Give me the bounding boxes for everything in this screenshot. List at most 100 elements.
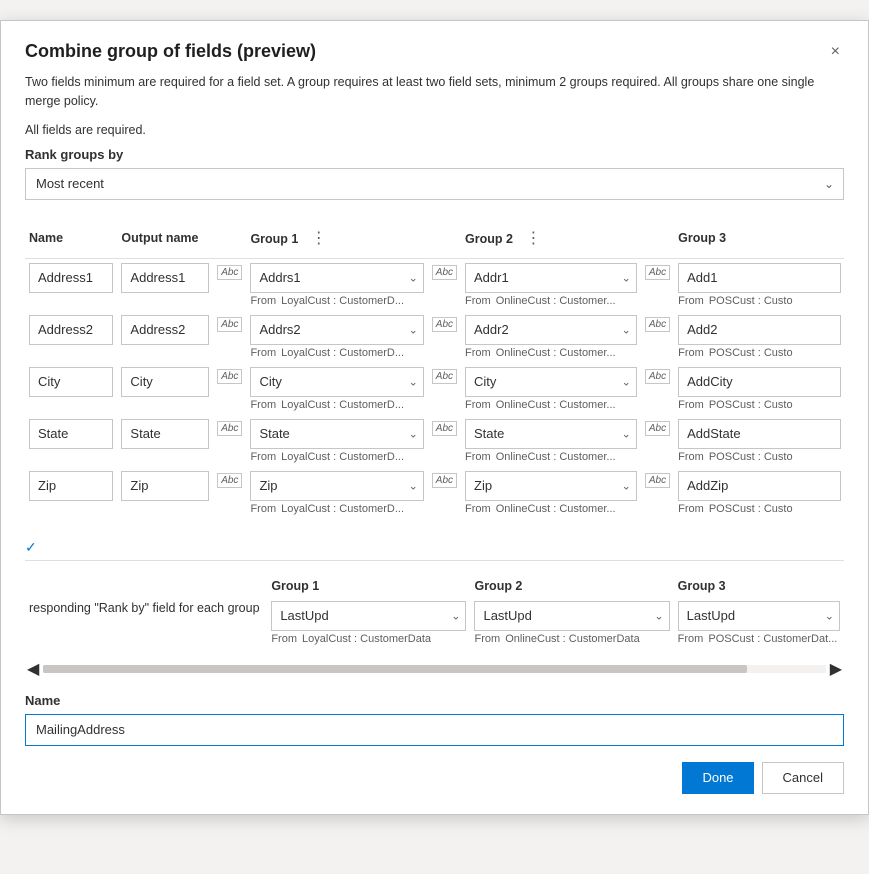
group2-dots-button[interactable]: ⋮ (523, 224, 543, 252)
rank-by-group2-from: From OnlineCust : CustomerData (474, 633, 669, 645)
group1-select[interactable]: Addrs1 (250, 263, 423, 293)
abs-icon-3: Abc (641, 311, 674, 363)
rank-by-group1-wrap: LastUpd ⌄ From LoyalCust : CustomerData (271, 601, 466, 645)
group3-input[interactable] (678, 419, 841, 449)
group1-select-wrap: Zip ⌄ (250, 471, 423, 501)
group2-from-text: From OnlineCust : Customer... (465, 503, 637, 515)
field-name-input[interactable] (29, 263, 113, 293)
abs-icon-1: Abc (213, 311, 246, 363)
group1-cell: Zip ⌄ From LoyalCust : CustomerD... (246, 467, 427, 519)
rank-by-group3-select[interactable]: LastUpd (678, 601, 840, 631)
fields-table: Name Output name Group 1 ⋮ Group 2 ⋮ (25, 218, 844, 519)
rank-by-group2-header: Group 2 (470, 575, 673, 597)
field-output-input[interactable] (121, 471, 209, 501)
rank-select[interactable]: Most recent Most frequent Most complete (25, 168, 844, 200)
group2-from-text: From OnlineCust : Customer... (465, 399, 637, 411)
field-name-input[interactable] (29, 315, 113, 345)
group1-from-text: From LoyalCust : CustomerD... (250, 399, 423, 411)
group2-select-wrap: Addr1 ⌄ (465, 263, 637, 293)
dialog-description: Two fields minimum are required for a fi… (25, 73, 844, 111)
table-row: Abc City ⌄ From LoyalCust : CustomerD... (25, 363, 844, 415)
footer-buttons: Done Cancel (25, 762, 844, 794)
name-section: Name (25, 693, 844, 746)
group2-select[interactable]: Zip (465, 471, 637, 501)
rank-select-wrap: Most recent Most frequent Most complete … (25, 168, 844, 200)
group1-select-wrap: City ⌄ (250, 367, 423, 397)
dialog-title: Combine group of fields (preview) (25, 41, 316, 62)
group2-select[interactable]: City (465, 367, 637, 397)
group3-input[interactable] (678, 263, 841, 293)
group3-cell: From POSCust : Custo (674, 363, 844, 415)
field-output-cell (117, 258, 213, 311)
group1-select-wrap: Addrs2 ⌄ (250, 315, 423, 345)
abs-icon-2: Abc (428, 467, 461, 519)
group2-select-wrap: Addr2 ⌄ (465, 315, 637, 345)
table-header-row: Name Output name Group 1 ⋮ Group 2 ⋮ (25, 218, 844, 259)
rank-by-header-row: Group 1 Group 2 Group 3 (25, 575, 844, 597)
rank-by-group1-select[interactable]: LastUpd (271, 601, 466, 631)
group2-select[interactable]: Addr1 (465, 263, 637, 293)
group3-from-text: From POSCust : Custo (678, 347, 841, 359)
abs-icon-3: Abc (641, 258, 674, 311)
field-name-cell (25, 415, 117, 467)
field-output-input[interactable] (121, 419, 209, 449)
group1-select[interactable]: Addrs2 (250, 315, 423, 345)
field-name-input[interactable] (29, 419, 113, 449)
scroll-left-button[interactable]: ◀ (25, 659, 41, 679)
done-button[interactable]: Done (682, 762, 753, 794)
rank-by-table: Group 1 Group 2 Group 3 responding "Rank… (25, 575, 844, 649)
rank-by-group3-cell: LastUpd ⌄ From POSCust : CustomerDat... (674, 597, 844, 649)
field-output-input[interactable] (121, 367, 209, 397)
rank-by-group3-header: Group 3 (674, 575, 844, 597)
group2-select-wrap: State ⌄ (465, 419, 637, 449)
name-input[interactable] (25, 714, 844, 746)
abs-icon-1: Abc (213, 467, 246, 519)
field-output-input[interactable] (121, 315, 209, 345)
group1-select[interactable]: City (250, 367, 423, 397)
group1-cell: State ⌄ From LoyalCust : CustomerD... (246, 415, 427, 467)
group3-cell: From POSCust : Custo (674, 311, 844, 363)
field-output-cell (117, 415, 213, 467)
rank-by-group2-select[interactable]: LastUpd (474, 601, 669, 631)
group1-cell: Addrs2 ⌄ From LoyalCust : CustomerD... (246, 311, 427, 363)
group3-input[interactable] (678, 315, 841, 345)
group1-select-wrap: Addrs1 ⌄ (250, 263, 423, 293)
abs-icon-2: Abc (428, 311, 461, 363)
group2-select[interactable]: State (465, 419, 637, 449)
scroll-right-button[interactable]: ▶ (828, 659, 844, 679)
group2-select[interactable]: Addr2 (465, 315, 637, 345)
rank-by-section: Group 1 Group 2 Group 3 responding "Rank… (25, 560, 844, 649)
col-header-output: Output name (117, 218, 213, 259)
col-spacer-3 (641, 218, 674, 259)
table-row: Abc State ⌄ From LoyalCust : CustomerD..… (25, 415, 844, 467)
group2-from-text: From OnlineCust : Customer... (465, 295, 637, 307)
group1-select[interactable]: State (250, 419, 423, 449)
group1-dots-button[interactable]: ⋮ (309, 224, 329, 252)
table-row: Abc Zip ⌄ From LoyalCust : CustomerD... (25, 467, 844, 519)
field-name-input[interactable] (29, 367, 113, 397)
group1-from-text: From LoyalCust : CustomerD... (250, 503, 423, 515)
name-section-label: Name (25, 693, 844, 708)
field-output-cell (117, 363, 213, 415)
close-button[interactable]: × (827, 41, 844, 63)
group2-from-text: From OnlineCust : Customer... (465, 347, 637, 359)
field-name-input[interactable] (29, 471, 113, 501)
group3-input[interactable] (678, 367, 841, 397)
group1-cell: Addrs1 ⌄ From LoyalCust : CustomerD... (246, 258, 427, 311)
table-row: Abc Addrs1 ⌄ From LoyalCust : CustomerD.… (25, 258, 844, 311)
rank-by-group3-from: From POSCust : CustomerDat... (678, 633, 840, 645)
dialog-header: Combine group of fields (preview) × (25, 41, 844, 63)
cancel-button[interactable]: Cancel (762, 762, 844, 794)
group2-select-wrap: Zip ⌄ (465, 471, 637, 501)
rank-by-group3-select-wrap: LastUpd ⌄ (678, 601, 840, 631)
group3-cell: From POSCust : Custo (674, 258, 844, 311)
rank-by-group3-wrap: LastUpd ⌄ From POSCust : CustomerDat... (678, 601, 840, 645)
field-output-input[interactable] (121, 263, 209, 293)
group1-select[interactable]: Zip (250, 471, 423, 501)
group2-select-wrap: City ⌄ (465, 367, 637, 397)
field-name-cell (25, 311, 117, 363)
rank-by-group2-wrap: LastUpd ⌄ From OnlineCust : CustomerData (474, 601, 669, 645)
group3-cell: From POSCust : Custo (674, 415, 844, 467)
group3-input[interactable] (678, 471, 841, 501)
rank-by-group1-cell: LastUpd ⌄ From LoyalCust : CustomerData (267, 597, 470, 649)
